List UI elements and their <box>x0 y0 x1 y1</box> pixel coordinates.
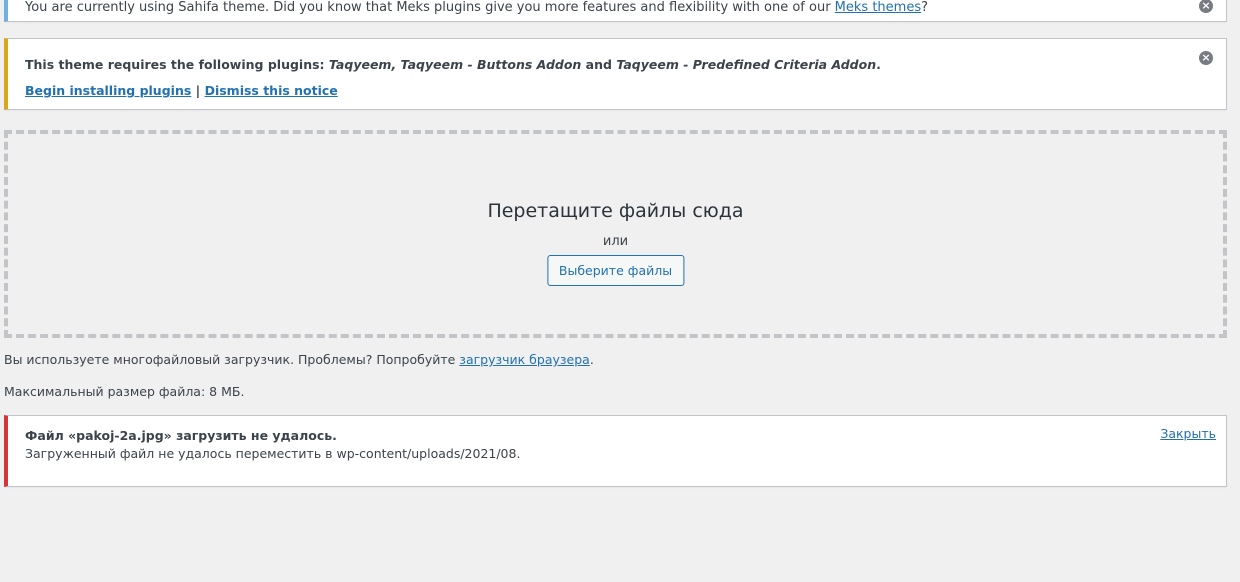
browser-uploader-link[interactable]: загрузчик браузера <box>459 352 590 367</box>
dismiss-icon[interactable]: × <box>1199 51 1213 65</box>
theme-info-notice: You are currently using Sahifa theme. Di… <box>4 0 1227 22</box>
close-error-link[interactable]: Закрыть <box>1160 426 1216 441</box>
plugin-end: . <box>876 57 881 72</box>
uploader-info-text: Вы используете многофайловый загрузчик. … <box>4 352 460 367</box>
plugin-and: and <box>581 57 617 72</box>
upload-error-notice: Файл «pakoj-2a.jpg» загрузить не удалось… <box>4 415 1227 487</box>
plugin-actions: Begin installing plugins | Dismiss this … <box>25 83 338 98</box>
uploader-info-end: . <box>589 352 594 367</box>
begin-installing-plugins-link[interactable]: Begin installing plugins <box>25 83 191 98</box>
plugin-name-2: Taqyeem - Predefined Criteria Addon <box>616 57 877 72</box>
select-files-button[interactable]: Выберите файлы <box>546 255 685 286</box>
dismiss-notice-link[interactable]: Dismiss this notice <box>205 83 338 98</box>
error-description: Загруженный файл не удалось переместить … <box>25 446 521 461</box>
theme-info-end: ? <box>921 0 928 15</box>
plugin-required-notice: This theme requires the following plugin… <box>4 38 1227 110</box>
plugin-intro: This theme requires the following plugin… <box>25 57 329 72</box>
error-title: Файл «pakoj-2a.jpg» загрузить не удалось… <box>25 428 337 443</box>
max-upload-size: Максимальный размер файла: 8 МБ. <box>4 384 245 399</box>
meks-themes-link[interactable]: Meks themes <box>835 0 921 15</box>
file-drop-zone[interactable]: Перетащите файлы сюда или Выберите файлы <box>4 130 1227 338</box>
drop-zone-title: Перетащите файлы сюда <box>487 200 744 222</box>
drop-zone-or: или <box>602 234 629 249</box>
action-separator: | <box>191 83 205 98</box>
theme-info-message: You are currently using Sahifa theme. Di… <box>25 0 835 15</box>
dismiss-icon[interactable]: × <box>1199 0 1213 13</box>
uploader-info: Вы используете многофайловый загрузчик. … <box>4 352 594 367</box>
plugin-name-1: Taqyeem, Taqyeem - Buttons Addon <box>328 57 582 72</box>
plugin-required-message: This theme requires the following plugin… <box>25 57 881 72</box>
theme-info-text: You are currently using Sahifa theme. Di… <box>25 0 928 16</box>
